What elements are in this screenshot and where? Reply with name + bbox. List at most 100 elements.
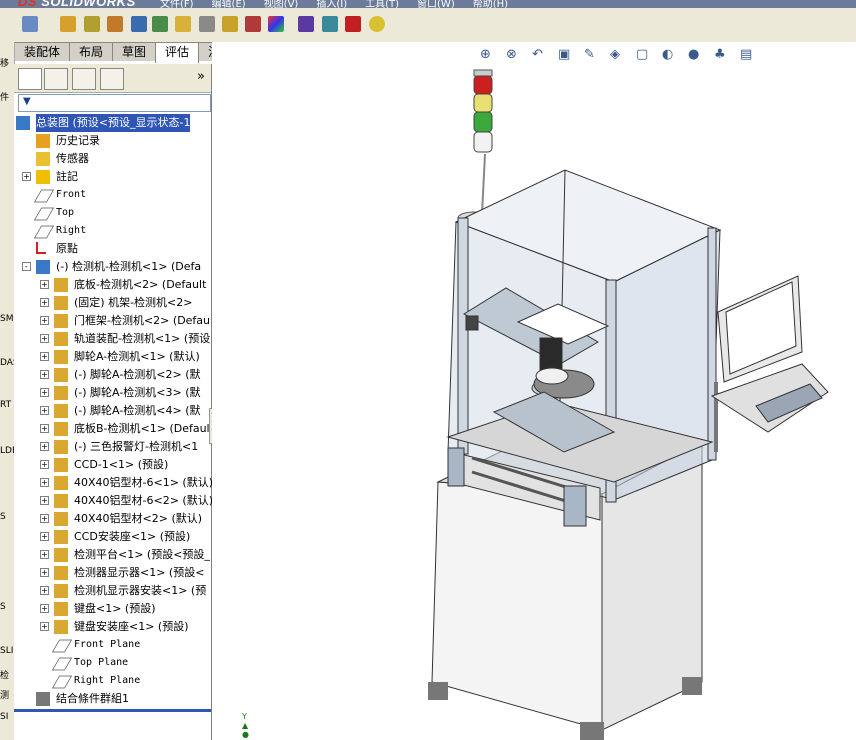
clearance-verification-icon[interactable] xyxy=(345,16,361,32)
expand-icon[interactable]: + xyxy=(40,388,49,397)
clipped-label: SI xyxy=(0,712,9,722)
menu-item[interactable]: 编辑(E) xyxy=(212,0,246,8)
tree-item-label: 传感器 xyxy=(56,152,89,165)
part-icon xyxy=(54,476,68,490)
expand-icon[interactable]: + xyxy=(40,604,49,613)
expand-tabs-chevron-icon[interactable]: » xyxy=(197,69,205,84)
part-icon xyxy=(54,422,68,436)
menu-item[interactable]: 窗口(W) xyxy=(417,0,455,8)
tree-filter-input[interactable]: ▼ xyxy=(18,94,211,112)
property-manager-tab-icon[interactable] xyxy=(44,68,68,90)
tree-item-label: (-) 脚轮A-检测机<4> (默 xyxy=(74,404,201,417)
menu-item[interactable]: 插入(I) xyxy=(316,0,347,8)
new-motion-study-icon[interactable] xyxy=(222,16,238,32)
expand-icon[interactable]: + xyxy=(40,514,49,523)
tree-item-label: (固定) 机架-检测机<2> xyxy=(74,296,193,309)
part-icon xyxy=(54,494,68,508)
menu-item[interactable]: 文件(F) xyxy=(160,0,194,8)
tree-scroll-bar[interactable] xyxy=(14,709,211,712)
tree-item-label: CCD安装座<1> (预設) xyxy=(74,530,191,543)
expand-icon[interactable]: + xyxy=(40,298,49,307)
mate-icon[interactable] xyxy=(84,16,100,32)
expand-icon[interactable]: + xyxy=(40,568,49,577)
part-icon xyxy=(54,350,68,364)
expand-icon[interactable]: + xyxy=(40,406,49,415)
reference-geometry-icon[interactable] xyxy=(199,16,215,32)
hide-show-components-icon[interactable] xyxy=(152,16,168,32)
graphics-viewport[interactable]: ⊕ ⊗ ↶ ▣ ✎ ◈ ▢ ◐ ● ♣ ▤ Y ▲ ● xyxy=(212,42,856,740)
command-tab[interactable]: 布局 xyxy=(69,42,114,61)
menu-item[interactable]: 帮助(H) xyxy=(473,0,508,8)
expand-icon[interactable]: + xyxy=(40,586,49,595)
exploded-view-icon[interactable] xyxy=(268,16,284,32)
part-icon xyxy=(54,368,68,382)
part-icon xyxy=(54,458,68,472)
menu-item[interactable]: 工具(T) xyxy=(365,0,399,8)
bill-of-materials-icon[interactable] xyxy=(245,16,261,32)
expand-icon[interactable]: + xyxy=(40,316,49,325)
tree-item-label: Top Plane xyxy=(74,657,129,668)
clipped-label: 测 xyxy=(0,691,10,701)
tree-item-label: (-) 三色报警灯-检测机<1 xyxy=(74,440,199,453)
annotation-icon xyxy=(36,170,50,184)
feature-manager-tab-icon[interactable] xyxy=(18,68,42,90)
command-tab[interactable]: 装配体 xyxy=(14,42,71,61)
part-icon xyxy=(54,278,68,292)
command-toolbar xyxy=(0,8,856,43)
tree-item-label: 键盘<1> (预設) xyxy=(74,602,156,615)
command-tab[interactable]: 评估 xyxy=(155,42,200,63)
interference-detection-icon[interactable] xyxy=(322,16,338,32)
part-icon xyxy=(54,566,68,580)
expand-icon[interactable]: + xyxy=(40,280,49,289)
display-manager-tab-icon[interactable] xyxy=(100,68,124,90)
clipped-label: DAS xyxy=(0,358,14,368)
assembly-features-icon[interactable] xyxy=(175,16,191,32)
expand-icon[interactable]: + xyxy=(40,622,49,631)
solidworks-logo: DS SOLIDWORKS xyxy=(18,0,136,8)
tree-item-label: 检测器显示器<1> (预設< xyxy=(74,566,205,579)
expand-icon[interactable]: + xyxy=(40,442,49,451)
expand-icon[interactable]: + xyxy=(40,532,49,541)
expand-icon[interactable]: + xyxy=(40,550,49,559)
expand-icon[interactable]: + xyxy=(22,172,31,181)
expand-icon[interactable]: + xyxy=(40,496,49,505)
instant3d-icon[interactable] xyxy=(369,16,385,32)
expand-icon[interactable]: + xyxy=(40,460,49,469)
command-tab[interactable]: 草图 xyxy=(112,42,157,61)
expand-icon[interactable]: + xyxy=(40,478,49,487)
signal-tower xyxy=(457,69,493,225)
tree-item-label: Front xyxy=(56,189,87,200)
insert-components-icon[interactable] xyxy=(60,16,76,32)
subassembly-icon xyxy=(36,260,50,274)
configuration-manager-tab-icon[interactable] xyxy=(72,68,96,90)
sensor-icon xyxy=(36,152,50,166)
tree-item-label: CCD-1<1> (预設) xyxy=(74,458,169,471)
clipped-label: SM xyxy=(0,314,14,324)
clipped-label: 件 xyxy=(0,93,10,103)
move-component-icon[interactable] xyxy=(131,16,147,32)
tree-item-label: 脚轮A-检测机<1> (默认) xyxy=(74,350,200,363)
clipped-label: S xyxy=(0,602,6,612)
menu-item[interactable]: 视图(V) xyxy=(264,0,299,8)
part-icon xyxy=(54,620,68,634)
machine-3d-model[interactable] xyxy=(212,42,856,740)
expand-icon[interactable]: + xyxy=(40,334,49,343)
smart-mates-icon[interactable] xyxy=(22,16,38,32)
funnel-icon[interactable]: ▼ xyxy=(23,96,31,107)
plane-icon xyxy=(51,639,73,653)
main-menu[interactable]: 文件(F) 编辑(E) 视图(V) 插入(I) 工具(T) 窗口(W) 帮助(H) xyxy=(160,0,526,8)
explode-line-sketch-icon[interactable] xyxy=(298,16,314,32)
tree-item-label: 结合條件群組1 xyxy=(56,692,129,705)
expand-icon[interactable]: + xyxy=(40,424,49,433)
linear-pattern-icon[interactable] xyxy=(107,16,123,32)
clipped-side-panel: 移件 SM DAS RT LDE S S SLI 检测 SI xyxy=(0,42,15,740)
part-icon xyxy=(54,404,68,418)
part-icon xyxy=(54,314,68,328)
expand-icon[interactable]: + xyxy=(40,370,49,379)
part-icon xyxy=(54,440,68,454)
collapse-icon[interactable]: - xyxy=(22,262,31,271)
manager-tabs: » xyxy=(14,64,211,93)
expand-icon[interactable]: + xyxy=(40,352,49,361)
part-icon xyxy=(54,332,68,346)
tree-item-label: (-) 检测机-检测机<1> (Defa xyxy=(56,260,202,273)
